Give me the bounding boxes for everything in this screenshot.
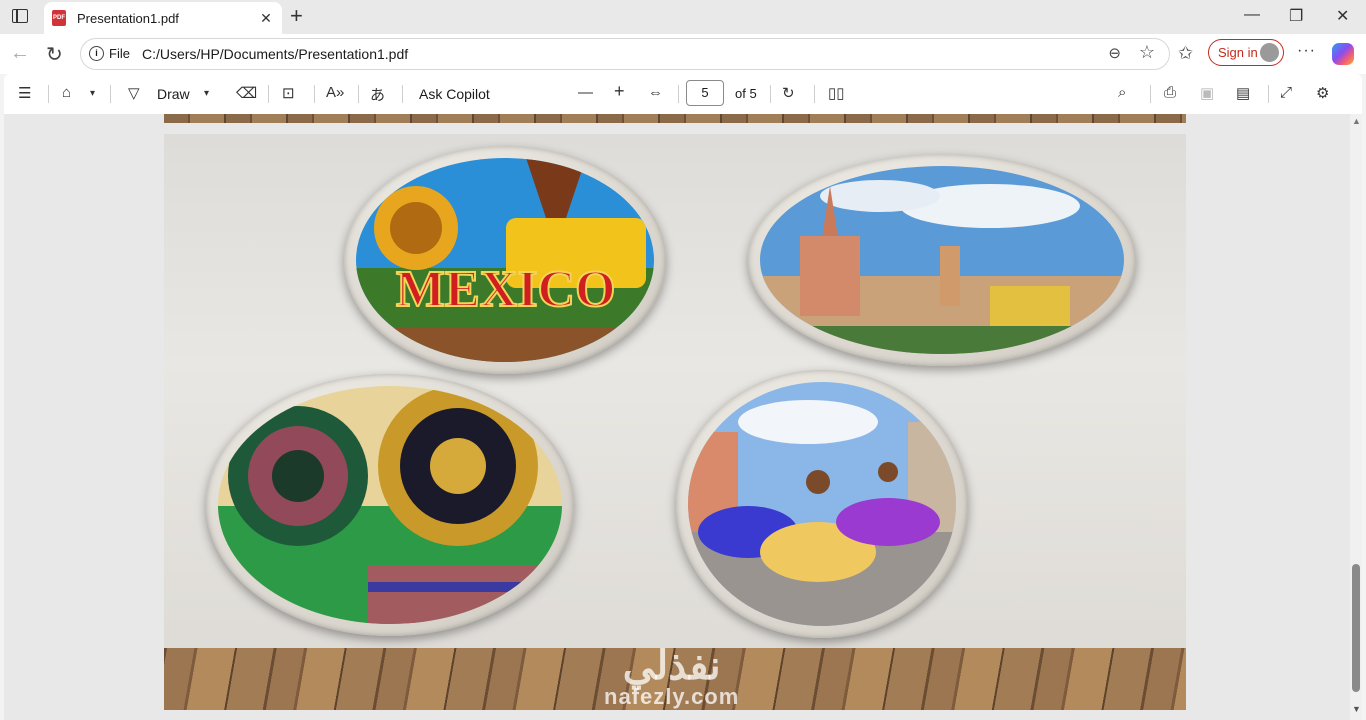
divider — [402, 85, 403, 103]
oval-frame-sombreros — [206, 374, 574, 636]
address-bar-row: ← ↻ i File C:/Users/HP/Documents/Present… — [0, 34, 1366, 74]
chevron-down-icon[interactable]: ▾ — [204, 88, 209, 99]
sombreros-photo — [218, 386, 562, 624]
close-window-button[interactable]: ✕ — [1336, 6, 1349, 26]
page-view-icon[interactable]: ▯▯ — [828, 84, 845, 102]
pdf-file-icon: PDF — [52, 10, 66, 26]
watermark-logo: نفذلي nafezly.com — [604, 646, 739, 708]
mexico-sign-photo: MEXICO — [356, 158, 654, 362]
scrollbar-thumb[interactable] — [1352, 564, 1360, 692]
oval-frame-dancers — [676, 370, 968, 638]
oval-frame-cathedral — [748, 154, 1136, 366]
fit-width-icon[interactable]: ⇔ — [648, 84, 663, 101]
cathedral-photo — [760, 166, 1124, 354]
draw-icon[interactable]: ▽ — [128, 84, 140, 102]
divider — [770, 85, 771, 103]
pdf-page-slide: MEXICO نفذلي nafezly.com — [164, 134, 1186, 710]
address-bar[interactable]: i File C:/Users/HP/Documents/Presentatio… — [80, 38, 1170, 70]
chevron-down-icon[interactable]: ▾ — [90, 88, 95, 99]
address-url[interactable]: C:/Users/HP/Documents/Presentation1.pdf — [142, 46, 408, 62]
restore-button[interactable]: ❐ — [1289, 6, 1303, 26]
save-as-icon[interactable]: ▤ — [1236, 84, 1250, 102]
tab-strip: PDF Presentation1.pdf ✕ + — ❐ ✕ — [0, 0, 1366, 34]
divider — [110, 85, 111, 103]
folk-dancers-photo — [688, 382, 956, 626]
eraser-icon[interactable]: ⌫ — [236, 84, 257, 102]
sidebar-toggle-icon[interactable] — [12, 9, 28, 23]
divider — [678, 85, 679, 103]
favorite-star-icon[interactable]: ☆ — [1139, 42, 1155, 63]
more-menu-button[interactable]: ··· — [1297, 42, 1316, 60]
translate-icon[interactable]: あ — [370, 84, 385, 105]
scheme-label: File — [109, 46, 130, 61]
info-icon[interactable]: i — [89, 46, 104, 61]
new-tab-button[interactable]: + — [290, 4, 303, 28]
fullscreen-icon[interactable]: ⤢ — [1280, 84, 1292, 101]
divider — [1150, 85, 1151, 103]
pdf-viewer[interactable]: MEXICO نفذلي nafezly.com — [4, 114, 1362, 720]
vertical-scrollbar[interactable]: ▲ ▼ — [1350, 114, 1362, 720]
svg-text:MEXICO: MEXICO — [396, 261, 616, 318]
divider — [314, 85, 315, 103]
zoom-in-button[interactable]: + — [614, 81, 625, 102]
rotate-icon[interactable]: ↻ — [782, 84, 795, 102]
save-icon[interactable]: ▣ — [1200, 84, 1214, 102]
contents-icon[interactable]: ☰ — [18, 84, 31, 102]
highlight-icon[interactable]: ⌂ — [62, 84, 71, 101]
pdf-toolbar: ☰ ⌂ ▾ ▽ Draw ▾ ⌫ ⊡ A» あ Ask Copilot — + … — [4, 74, 1362, 115]
print-icon[interactable]: ⎙ — [1164, 84, 1176, 101]
favorites-icon[interactable]: ✩ — [1178, 43, 1193, 64]
divider — [814, 85, 815, 103]
zoom-icon[interactable]: ⊖ — [1108, 44, 1121, 62]
draw-button[interactable]: Draw — [157, 86, 190, 102]
watermark-arabic-text: نفذلي — [622, 644, 721, 688]
divider — [358, 85, 359, 103]
divider — [1268, 85, 1269, 103]
previous-page-edge — [164, 114, 1186, 123]
copilot-icon[interactable] — [1332, 43, 1354, 65]
page-total-label: of 5 — [735, 86, 757, 101]
sign-in-button[interactable]: Sign in — [1208, 39, 1284, 66]
page-number-input[interactable]: 5 — [686, 80, 724, 106]
minimize-button[interactable]: — — [1244, 6, 1260, 24]
watermark-url-text: nafezly.com — [604, 684, 740, 709]
scroll-up-icon[interactable]: ▲ — [1352, 116, 1361, 126]
oval-frame-mexico: MEXICO — [344, 146, 666, 374]
zoom-out-button[interactable]: — — [578, 84, 593, 101]
divider — [268, 85, 269, 103]
tab-active[interactable]: PDF Presentation1.pdf ✕ — [44, 2, 282, 34]
sign-in-label: Sign in — [1218, 45, 1258, 60]
read-aloud-icon[interactable]: A» — [326, 84, 344, 101]
avatar — [1260, 43, 1279, 62]
refresh-icon[interactable]: ↻ — [46, 42, 63, 67]
back-icon[interactable]: ← — [10, 42, 30, 65]
divider — [48, 85, 49, 103]
settings-gear-icon[interactable]: ⚙ — [1316, 84, 1329, 102]
text-box-icon[interactable]: ⊡ — [282, 84, 295, 102]
scroll-down-icon[interactable]: ▼ — [1352, 704, 1361, 714]
tab-title: Presentation1.pdf — [77, 10, 179, 26]
ask-copilot-button[interactable]: Ask Copilot — [419, 86, 490, 102]
search-icon[interactable]: ⌕ — [1118, 84, 1126, 101]
tab-close-icon[interactable]: ✕ — [256, 10, 276, 27]
